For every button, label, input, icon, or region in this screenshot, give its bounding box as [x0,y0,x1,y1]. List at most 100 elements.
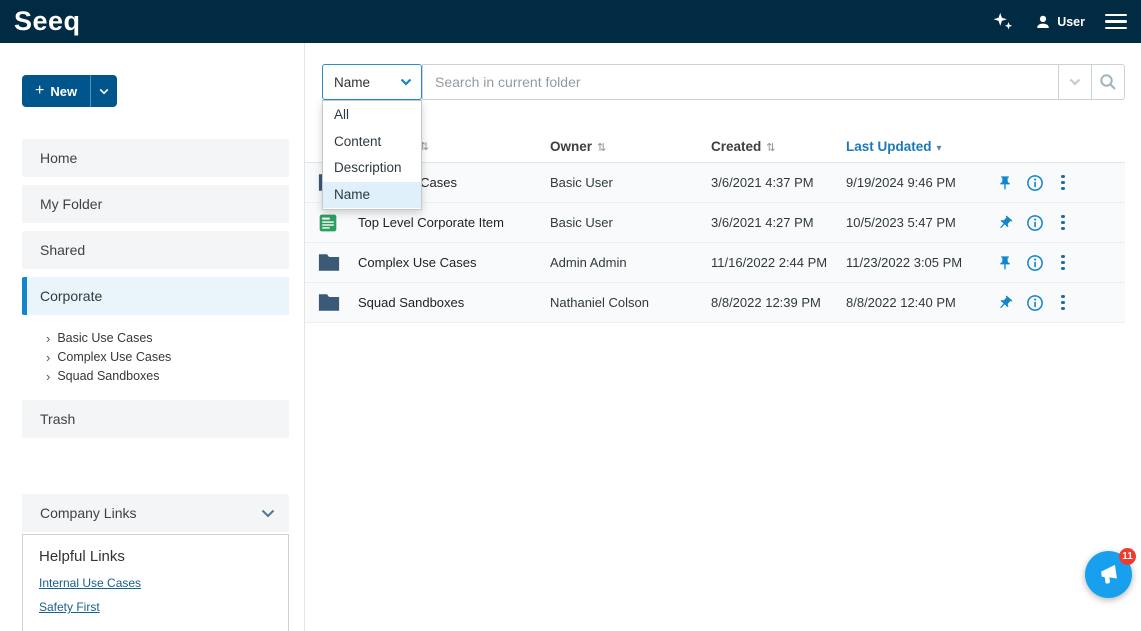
company-links-header[interactable]: Company Links [22,494,289,532]
item-name[interactable]: Squad Sandboxes [358,295,464,310]
table-row[interactable]: Top Level Corporate Item Basic User 3/6/… [305,203,1125,243]
dropdown-option-all[interactable]: All [323,102,421,129]
search-icon [1099,73,1117,91]
search-filter-select[interactable]: Name [322,64,422,100]
kebab-menu-button[interactable] [1057,253,1069,273]
item-last-updated: 11/23/2022 3:05 PM [846,255,983,270]
sidebar-item-label: Trash [40,411,75,427]
chevron-down-icon [99,88,109,95]
pin-button[interactable] [997,215,1013,231]
kebab-menu-button[interactable] [1057,213,1069,233]
tree-item-squad-sandboxes[interactable]: › Squad Sandboxes [46,367,289,386]
table-header-row: Name⇅ Owner⇅ Created⇅ Last Updated▾ [305,130,1125,163]
search-submit-button[interactable] [1092,64,1125,100]
chevron-down-icon [1069,78,1081,86]
search-input[interactable] [422,64,1059,100]
new-button-caret[interactable] [90,75,117,107]
header-created[interactable]: Created⇅ [711,139,846,154]
user-label: User [1057,15,1085,29]
info-button[interactable] [1026,294,1044,312]
user-icon [1034,13,1052,31]
corporate-subtree: › Basic Use Cases › Complex Use Cases › … [22,323,289,400]
new-button[interactable]: + New [22,75,117,107]
item-created: 3/6/2021 4:27 PM [711,215,846,230]
table-row[interactable]: Squad Sandboxes Nathaniel Colson 8/8/202… [305,283,1125,323]
sidebar: + New Home My Folder Shared Corporate › … [0,43,305,631]
link-safety-first[interactable]: Safety First [39,600,272,614]
dropdown-option-name[interactable]: Name [323,182,421,209]
sidebar-item-label: Shared [40,242,85,258]
tree-item-basic-use-cases[interactable]: › Basic Use Cases [46,329,289,348]
table-row[interactable]: Complex Use Cases Admin Admin 11/16/2022… [305,243,1125,283]
item-name[interactable]: Top Level Corporate Item [358,215,504,230]
item-created: 11/16/2022 2:44 PM [711,255,846,270]
sidebar-item-label: My Folder [40,196,102,212]
sort-icon: ⇅ [766,142,775,154]
item-owner: Admin Admin [550,255,711,270]
helpful-links-title: Helpful Links [39,548,272,565]
chevron-down-icon [400,78,412,86]
info-button[interactable] [1026,214,1044,232]
kebab-menu-button[interactable] [1057,173,1069,193]
topic-document-icon [318,213,340,233]
pin-button[interactable] [997,295,1013,311]
item-owner: Basic User [550,215,711,230]
item-last-updated: 10/5/2023 5:47 PM [846,215,983,230]
pin-button[interactable] [997,175,1013,191]
item-name[interactable]: Complex Use Cases [358,255,477,270]
folder-items-table: Name⇅ Owner⇅ Created⇅ Last Updated▾ Basi… [305,130,1125,323]
new-button-label: New [50,84,77,99]
announcements-fab[interactable]: 11 [1085,551,1132,598]
helpful-links-box: Helpful Links Internal Use Cases Safety … [22,534,289,631]
notification-badge: 11 [1119,548,1136,565]
search-bar: Name [322,64,1125,100]
ai-sparkle-icon[interactable] [992,11,1014,33]
sidebar-item-label: Corporate [40,288,102,304]
tree-item-label: Complex Use Cases [57,348,171,367]
sidebar-item-trash[interactable]: Trash [22,400,289,438]
sort-icon: ⇅ [597,142,606,154]
filter-select-value: Name [334,75,370,90]
user-menu[interactable]: User [1034,13,1085,31]
tree-item-label: Squad Sandboxes [57,367,159,386]
plus-icon: + [35,83,44,99]
dropdown-option-description[interactable]: Description [323,155,421,182]
seeq-logo[interactable]: Seeq [14,6,81,37]
topbar-actions: User [992,11,1127,33]
top-bar: Seeq User [0,0,1141,43]
company-links-label: Company Links [40,505,137,521]
info-button[interactable] [1026,254,1044,272]
sidebar-item-home[interactable]: Home [22,139,289,177]
tree-item-complex-use-cases[interactable]: › Complex Use Cases [46,348,289,367]
search-options-button[interactable] [1059,64,1092,100]
hamburger-menu-icon[interactable] [1105,14,1127,30]
item-created: 8/8/2022 12:39 PM [711,295,846,310]
dropdown-option-content[interactable]: Content [323,129,421,156]
sort-desc-icon: ▾ [937,143,942,154]
link-internal-use-cases[interactable]: Internal Use Cases [39,576,272,590]
item-owner: Nathaniel Colson [550,295,711,310]
chevron-right-icon[interactable]: › [46,332,50,345]
folder-icon [318,293,340,313]
kebab-menu-button[interactable] [1057,293,1069,313]
item-last-updated: 8/8/2022 12:40 PM [846,295,983,310]
table-row[interactable]: Basic Use Cases Basic User 3/6/2021 4:37… [305,163,1125,203]
item-last-updated: 9/19/2024 9:46 PM [846,175,983,190]
header-last-updated[interactable]: Last Updated▾ [846,139,983,154]
pin-button[interactable] [997,255,1013,271]
filter-dropdown-menu: All Content Description Name [322,100,422,210]
sidebar-item-corporate[interactable]: Corporate [22,277,289,315]
folder-icon [318,253,340,273]
info-button[interactable] [1026,174,1044,192]
header-owner[interactable]: Owner⇅ [550,139,711,154]
megaphone-icon [1096,562,1121,587]
item-owner: Basic User [550,175,711,190]
chevron-right-icon[interactable]: › [46,370,50,383]
sidebar-item-shared[interactable]: Shared [22,231,289,269]
sidebar-item-label: Home [40,150,77,166]
chevron-right-icon[interactable]: › [46,351,50,364]
main-content: Name All Content Description Name Name⇅ … [305,43,1141,631]
sidebar-item-my-folder[interactable]: My Folder [22,185,289,223]
item-created: 3/6/2021 4:37 PM [711,175,846,190]
sidebar-nav: Home My Folder Shared Corporate › Basic … [22,139,289,631]
